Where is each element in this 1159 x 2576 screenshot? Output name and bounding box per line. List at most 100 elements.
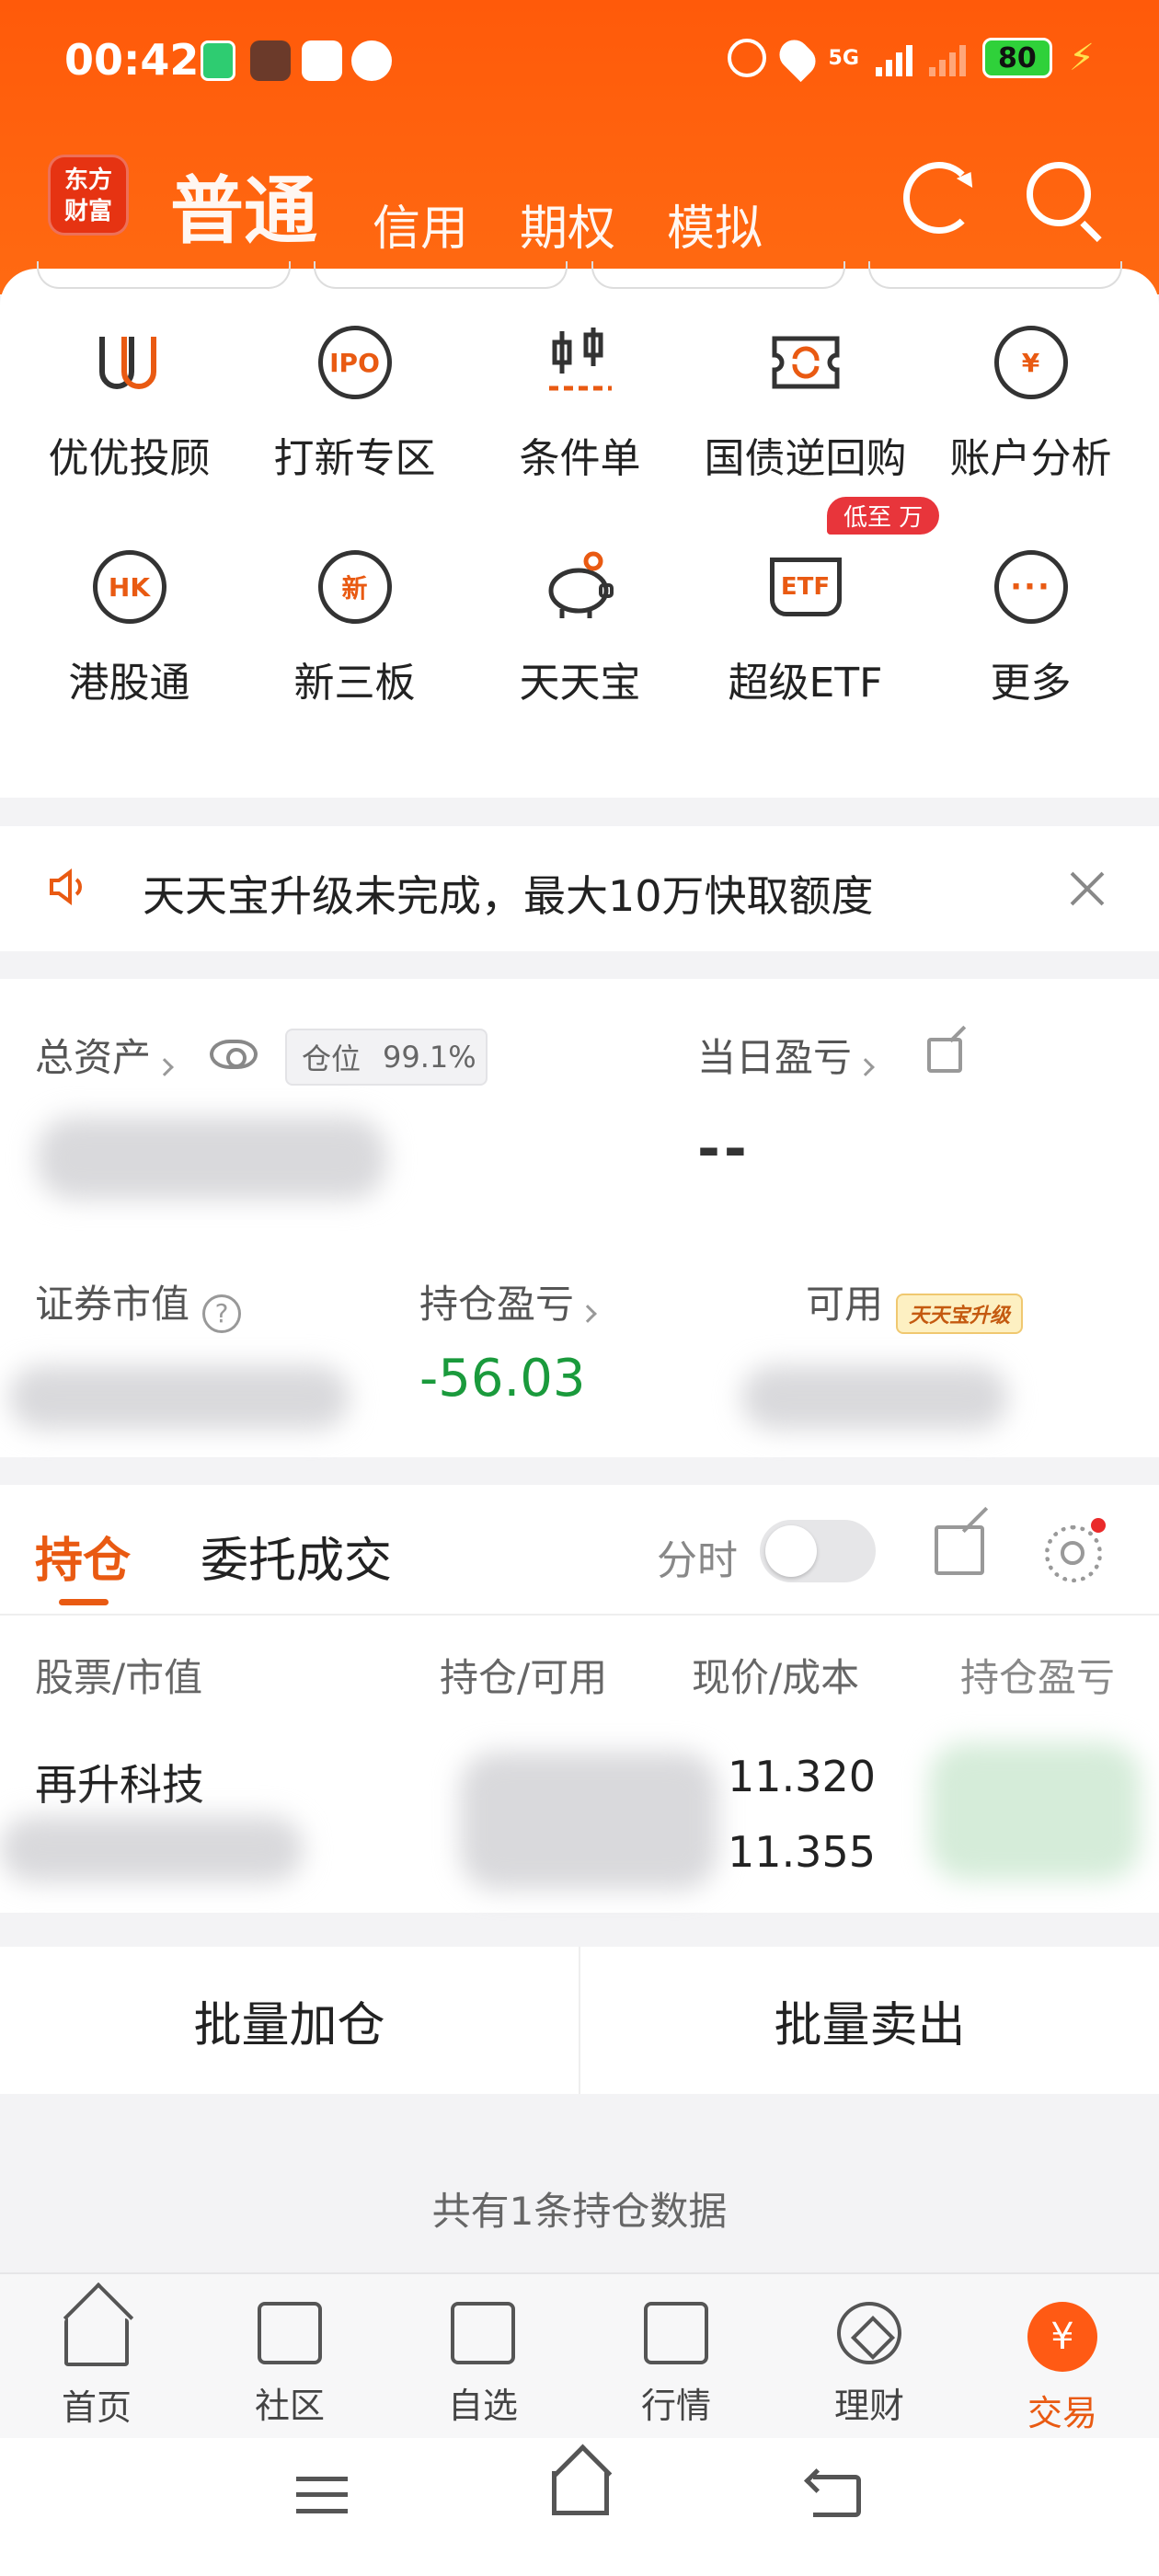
chevron-right-icon	[856, 1057, 875, 1076]
grid-item-label: 更多	[990, 660, 1072, 707]
back-icon[interactable]	[813, 2475, 861, 2517]
position-ratio-pill: 仓位 99.1%	[285, 1029, 488, 1086]
tab-holdings[interactable]: 持仓	[35, 1522, 131, 1591]
quick-button[interactable]	[37, 261, 291, 289]
cost-price: 11.355	[728, 1827, 876, 1877]
total-assets-label-group[interactable]: 总资产	[35, 1027, 174, 1083]
notification-dot	[1091, 1518, 1106, 1533]
app-notification-icon	[302, 40, 342, 81]
total-assets-label: 总资产	[35, 1035, 152, 1080]
grid-item-label: 优优投顾	[48, 435, 211, 482]
grid-item-account-analysis[interactable]: ¥ 账户分析	[918, 324, 1143, 484]
status-time: 00:42	[64, 35, 200, 85]
community-icon	[258, 2302, 322, 2364]
intraday-toggle[interactable]	[760, 1520, 876, 1582]
daily-pnl-label: 当日盈亏	[697, 1035, 853, 1080]
daily-pnl-label-group[interactable]: 当日盈亏	[697, 1027, 875, 1083]
position-label: 仓位	[302, 1041, 361, 1076]
holding-pnl-value: -56.03	[419, 1349, 586, 1409]
grid-item-label: 港股通	[68, 660, 190, 707]
ipo-icon: IPO	[316, 324, 394, 401]
grid-item-condition-order[interactable]: 条件单	[467, 324, 693, 484]
tab-orders-trades[interactable]: 委托成交	[201, 1522, 392, 1591]
grid-item-label: 条件单	[519, 435, 641, 482]
eye-icon[interactable]	[210, 1040, 258, 1069]
notice-bar[interactable]: 天天宝升级未完成，最大10万快取额度	[0, 826, 1159, 951]
status-bar: 00:42 5G 80 ⚡	[0, 28, 1159, 101]
search-icon[interactable]	[1027, 162, 1091, 226]
masked-available	[741, 1365, 1008, 1430]
nav-item-home[interactable]: 首页	[0, 2274, 193, 2438]
chevron-right-icon	[579, 1304, 597, 1323]
grid-item-label: 账户分析	[949, 435, 1112, 482]
quick-button[interactable]	[314, 261, 568, 289]
nav-item-community[interactable]: 社区	[193, 2274, 386, 2438]
nav-label: 社区	[254, 2386, 325, 2426]
grid-item-hk-connect[interactable]: HK 港股通	[17, 548, 242, 708]
market-icon	[644, 2302, 708, 2364]
grid-item-label: 国债逆回购	[704, 435, 907, 482]
share-icon[interactable]	[935, 1525, 984, 1575]
tab-simulated[interactable]: 模拟	[667, 190, 763, 259]
nav-item-trade[interactable]: ¥ 交易	[966, 2274, 1159, 2438]
grid-item-reverse-repo[interactable]: 国债逆回购	[693, 324, 918, 484]
help-icon[interactable]: ?	[202, 1294, 242, 1333]
promo-badge: 低至 万	[827, 497, 940, 535]
nav-item-wealth[interactable]: 理财	[773, 2274, 966, 2438]
external-link-icon[interactable]	[927, 1038, 962, 1073]
grid-item-super-etf[interactable]: 低至 万 ETF 超级ETF	[693, 497, 940, 708]
upgrade-tag[interactable]: 天天宝升级	[896, 1293, 1024, 1334]
masked-holding-pnl	[929, 1742, 1141, 1880]
uu-advisor-icon	[91, 324, 168, 401]
column-header-pnl[interactable]: 持仓盈亏	[960, 1647, 1115, 1703]
menu-icon[interactable]	[296, 2477, 348, 2513]
batch-actions: 批量加仓 批量卖出	[0, 1947, 1159, 2094]
tab-credit[interactable]: 信用	[373, 190, 468, 259]
asset-summary-card: 总资产 仓位 99.1% 当日盈亏 -- 证券市值? 持仓盈亏 -56.03 可…	[0, 979, 1159, 1457]
current-price: 11.320	[728, 1752, 876, 1801]
status-right: 5G 80 ⚡	[727, 33, 1095, 83]
system-home-icon[interactable]	[552, 2471, 609, 2515]
signal-secondary-icon	[928, 40, 966, 76]
nav-label: 首页	[61, 2387, 132, 2428]
available-label: 可用	[806, 1282, 884, 1327]
neeq-icon: 新	[316, 548, 394, 626]
gear-icon[interactable]	[1045, 1525, 1102, 1582]
grid-item-ipo[interactable]: IPO 打新专区	[242, 324, 467, 484]
chevron-right-icon	[155, 1057, 174, 1076]
account-analysis-icon: ¥	[993, 324, 1070, 401]
nav-item-watchlist[interactable]: 自选	[386, 2274, 580, 2438]
refresh-icon[interactable]	[903, 162, 975, 234]
nav-label: 行情	[640, 2386, 711, 2426]
alarm-icon	[727, 39, 766, 77]
close-icon[interactable]	[1069, 870, 1106, 907]
column-header-position: 持仓/可用	[440, 1655, 608, 1700]
quick-button[interactable]	[867, 261, 1122, 289]
function-grid-card: 优优投顾 IPO 打新专区 条件单 国债逆回购 ¥ 账户分析 HK 港股通 新	[0, 261, 1159, 798]
eastmoney-logo[interactable]: 东方 财富	[48, 155, 129, 236]
holdings-panel: 持仓 委托成交 分时 股票/市值 持仓/可用 现价/成本 持仓盈亏 再升科技 1…	[0, 1485, 1159, 1913]
network-type: 5G	[828, 46, 859, 70]
batch-add-button[interactable]: 批量加仓	[0, 1947, 579, 2094]
holding-pnl-label-group[interactable]: 持仓盈亏	[419, 1273, 597, 1329]
battery-saver-icon	[201, 40, 235, 81]
nav-item-market[interactable]: 行情	[580, 2274, 773, 2438]
batch-sell-button[interactable]: 批量卖出	[580, 1947, 1159, 2094]
masked-position	[460, 1752, 717, 1890]
tab-normal[interactable]: 普通	[170, 152, 317, 259]
function-grid: 优优投顾 IPO 打新专区 条件单 国债逆回购 ¥ 账户分析 HK 港股通 新	[0, 324, 1159, 708]
nav-label: 交易	[1027, 2393, 1097, 2433]
column-header-price[interactable]: 现价/成本	[692, 1647, 859, 1703]
grid-item-uu-advisor[interactable]: 优优投顾	[17, 324, 242, 484]
quick-button[interactable]	[591, 261, 845, 289]
tab-options[interactable]: 期权	[520, 190, 615, 259]
wealth-icon	[837, 2302, 901, 2364]
battery-icon: 80	[981, 38, 1052, 78]
divider	[0, 1614, 1159, 1616]
grid-item-more[interactable]: ··· 更多	[918, 548, 1143, 708]
stock-name: 再升科技	[35, 1760, 204, 1810]
signal-icon	[875, 40, 912, 76]
grid-item-neeq[interactable]: 新 新三板	[242, 548, 467, 708]
grid-item-label: 天天宝	[519, 660, 641, 707]
grid-item-piggy-bank[interactable]: 天天宝	[467, 548, 693, 708]
